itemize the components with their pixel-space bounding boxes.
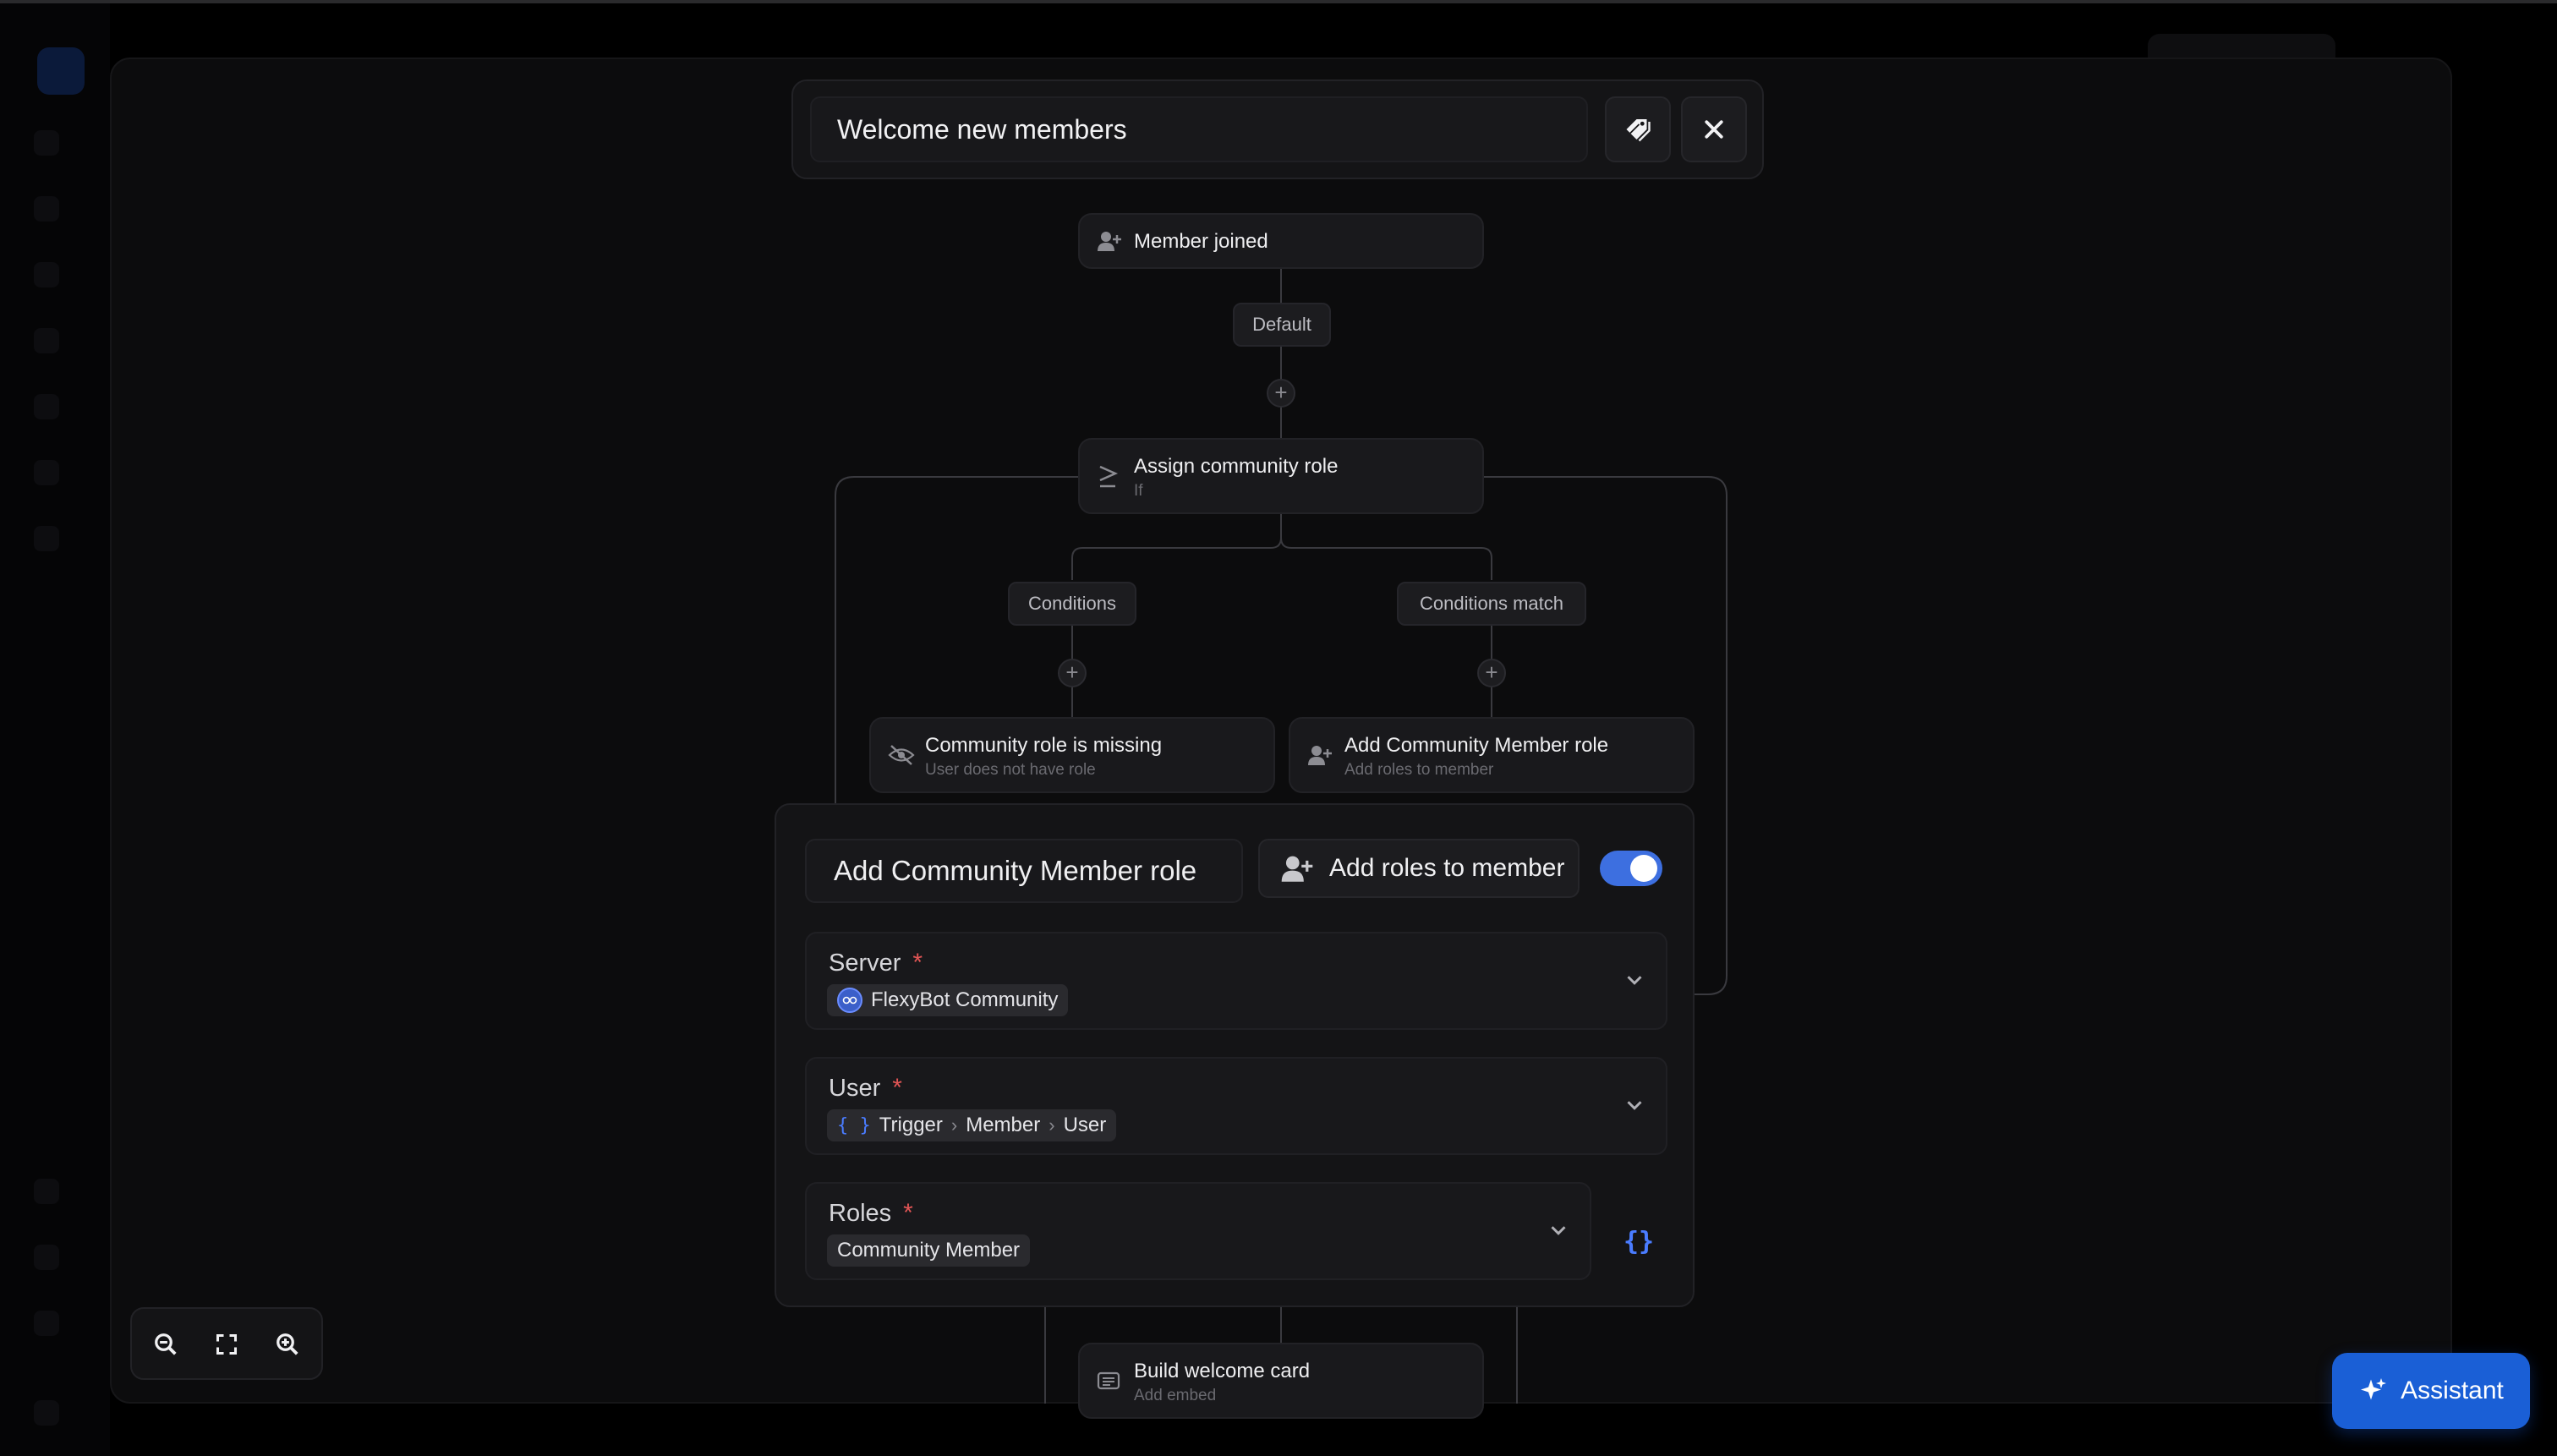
server-label-text: Server — [829, 950, 901, 977]
roles-field[interactable]: Roles * Community Member — [805, 1182, 1591, 1280]
default-branch-label: Default — [1233, 303, 1331, 347]
add-step-button[interactable]: + — [1267, 379, 1295, 408]
braces-icon: {} — [1623, 1226, 1655, 1256]
path-segment: User — [1063, 1114, 1107, 1136]
required-marker: * — [912, 949, 923, 977]
zoom-out-icon — [155, 1333, 177, 1355]
zoom-in-button[interactable] — [269, 1326, 306, 1363]
conditions-branch-label: Conditions — [1008, 582, 1136, 626]
add-step-button-right[interactable]: + — [1477, 659, 1506, 687]
zoom-out-button[interactable] — [147, 1326, 184, 1363]
tag-icon — [1626, 119, 1651, 142]
chevron-down-icon[interactable] — [1546, 1218, 1571, 1243]
zoom-controls — [130, 1307, 323, 1380]
greater-equal-icon — [1097, 463, 1119, 489]
left-node-subtitle: User does not have role — [925, 761, 1096, 779]
path-segment: Member — [966, 1114, 1041, 1136]
server-chip: FlexyBot Community — [827, 984, 1069, 1016]
card-icon — [1097, 1371, 1120, 1391]
required-marker: * — [892, 1074, 902, 1102]
add-community-member-role-node[interactable]: Add Community Member role Add roles to m… — [1289, 717, 1695, 793]
bottom-node-subtitle: Add embed — [1134, 1387, 1217, 1404]
bottom-node-title: Build welcome card — [1134, 1360, 1311, 1382]
user-plus-icon — [1281, 856, 1313, 882]
roles-field-label: Roles * — [829, 1199, 913, 1228]
eye-off-icon — [888, 744, 915, 766]
assistant-label: Assistant — [2401, 1377, 2504, 1404]
role-chip: Community Member — [827, 1234, 1031, 1267]
server-field-label: Server * — [829, 949, 923, 977]
condition-node-subtitle: If — [1134, 482, 1143, 500]
assistant-button[interactable]: Assistant — [2332, 1353, 2530, 1429]
build-welcome-card-node[interactable]: Build welcome card Add embed — [1078, 1343, 1484, 1419]
close-icon — [1705, 120, 1723, 139]
step-config-panel: Add roles to member Server * FlexyBot Com… — [775, 803, 1695, 1307]
user-label-text: User — [829, 1075, 881, 1102]
chevron-down-icon[interactable] — [1622, 967, 1647, 993]
zoom-in-icon — [277, 1333, 298, 1355]
chevron-down-icon[interactable] — [1622, 1092, 1647, 1118]
server-field[interactable]: Server * FlexyBot Community — [805, 932, 1667, 1030]
workflow-title-input[interactable] — [810, 96, 1588, 162]
trigger-node-title: Member joined — [1134, 230, 1268, 253]
role-value: Community Member — [837, 1239, 1021, 1262]
action-type-button[interactable]: Add roles to member — [1258, 839, 1580, 898]
workflow-header — [791, 79, 1764, 179]
community-role-missing-node[interactable]: Community role is missing User does not … — [869, 717, 1275, 793]
user-field[interactable]: User * { } Trigger › Member › User — [805, 1057, 1667, 1155]
variable-picker-button[interactable]: {} — [1613, 1216, 1664, 1267]
fit-view-button[interactable] — [208, 1326, 245, 1363]
close-button[interactable] — [1681, 96, 1747, 162]
right-node-title: Add Community Member role — [1344, 734, 1609, 757]
action-type-label: Add roles to member — [1329, 854, 1565, 882]
step-name-input[interactable] — [805, 839, 1243, 903]
server-value: FlexyBot Community — [871, 988, 1059, 1011]
required-marker: * — [903, 1199, 913, 1227]
user-plus-icon — [1097, 230, 1122, 252]
fullscreen-icon — [216, 1333, 238, 1355]
trigger-node[interactable]: Member joined — [1078, 213, 1484, 269]
user-field-label: User * — [829, 1074, 902, 1103]
server-avatar-icon — [837, 988, 862, 1013]
toggle-knob — [1630, 855, 1657, 882]
conditions-match-branch-label: Conditions match — [1397, 582, 1586, 626]
chevron-right-icon: › — [950, 1114, 958, 1136]
left-node-title: Community role is missing — [925, 734, 1163, 757]
add-step-button-left[interactable]: + — [1058, 659, 1087, 687]
tag-button[interactable] — [1605, 96, 1671, 162]
user-plus-icon — [1307, 744, 1333, 766]
condition-node[interactable]: Assign community role If — [1078, 438, 1484, 514]
path-segment: Trigger — [879, 1114, 943, 1136]
sparkles-icon — [2361, 1378, 2387, 1400]
chevron-right-icon: › — [1049, 1114, 1055, 1136]
right-node-subtitle: Add roles to member — [1344, 761, 1494, 779]
condition-node-title: Assign community role — [1134, 455, 1339, 478]
roles-label-text: Roles — [829, 1200, 892, 1227]
braces-icon: { } — [837, 1114, 871, 1136]
user-variable-chip: { } Trigger › Member › User — [827, 1109, 1117, 1141]
step-enabled-toggle[interactable] — [1600, 851, 1662, 886]
